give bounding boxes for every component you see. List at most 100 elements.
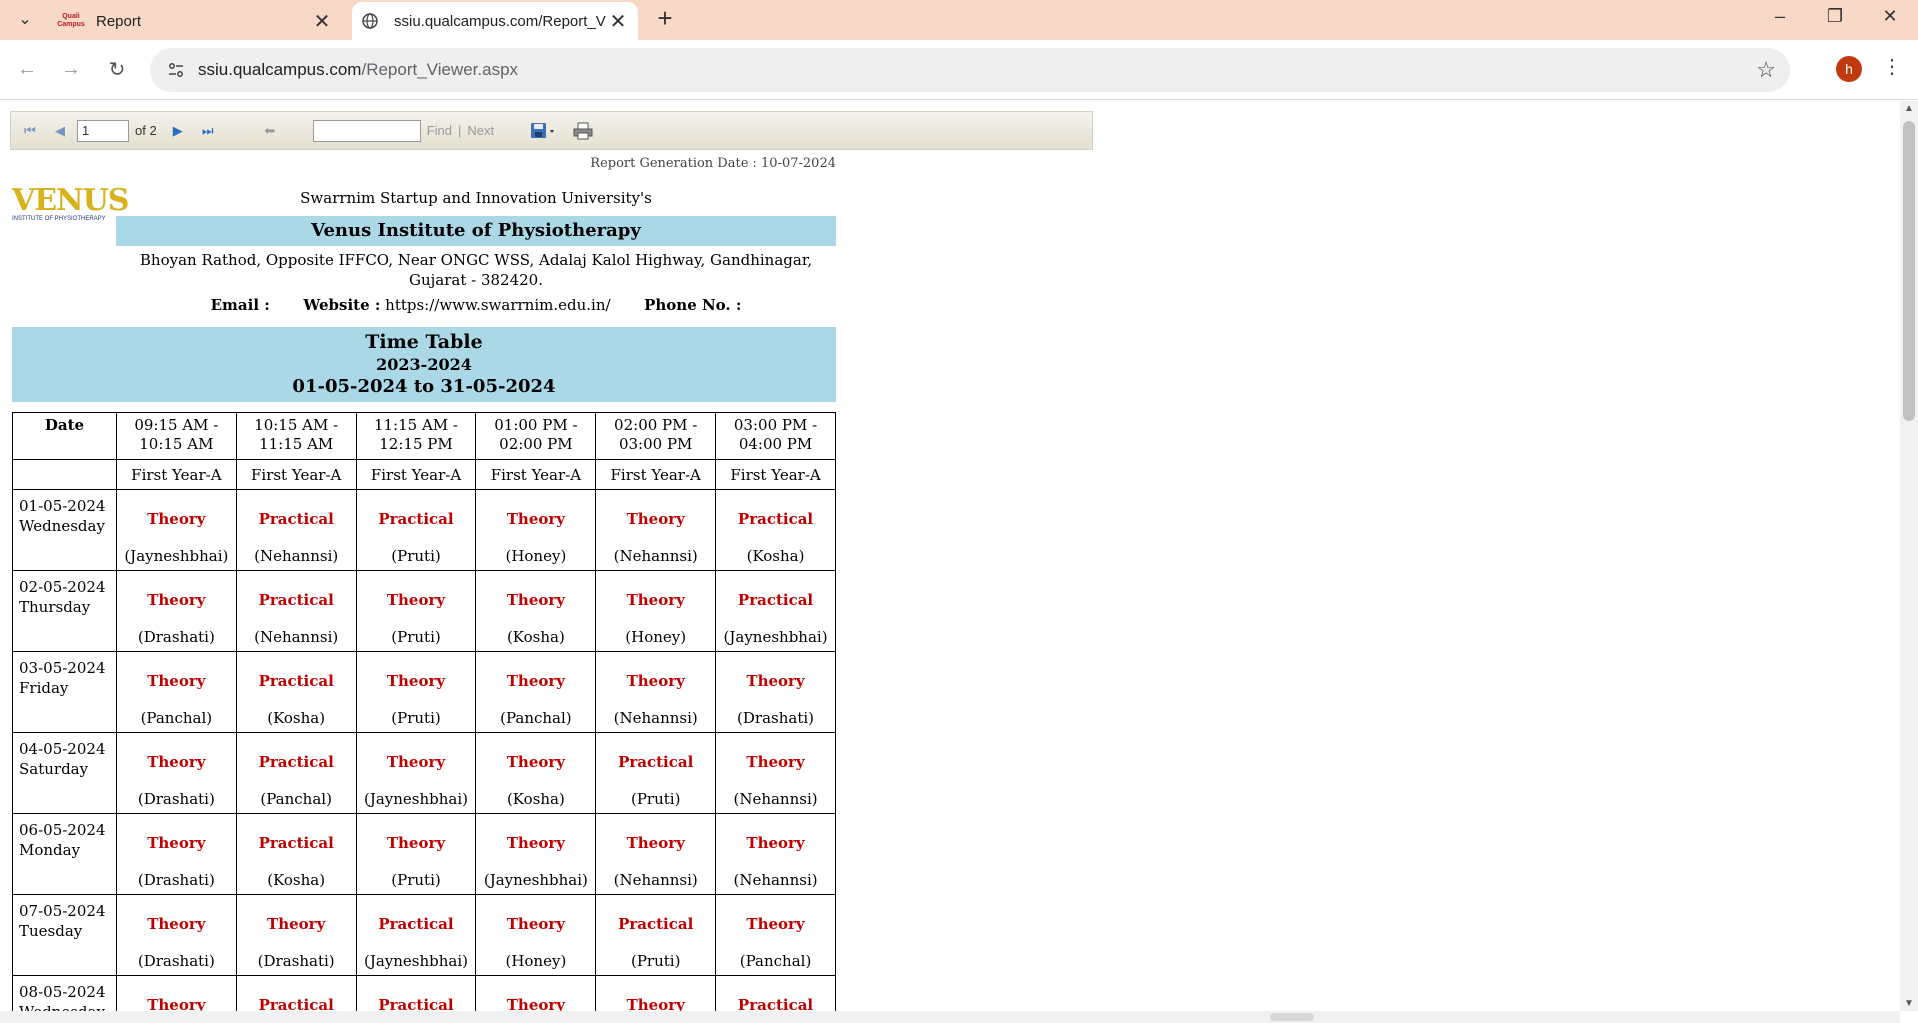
print-icon[interactable] <box>572 120 594 142</box>
scroll-down-arrow-icon[interactable]: ▼ <box>1904 998 1914 1009</box>
session-type: Practical <box>258 753 334 771</box>
faculty-name: (Nehannsi) <box>613 547 698 565</box>
slot-header: 02:00 PM -03:00 PM <box>595 412 717 460</box>
session-type: Practical <box>378 510 454 528</box>
slot-header: 09:15 AM -10:15 AM <box>115 412 237 460</box>
session-cell: Theory (Pruti) <box>355 813 477 895</box>
faculty-name: (Pruti) <box>391 709 441 727</box>
window-minimize-icon[interactable]: – <box>1752 0 1808 32</box>
table-row: 07-05-2024 Tuesday Theory (Drashati) Theory (… <box>12 894 836 976</box>
faculty-name: (Pruti) <box>391 628 441 646</box>
date-header: Date <box>12 412 117 460</box>
session-cell: Theory (Honey) <box>475 489 597 571</box>
faculty-name: (Nehannsi) <box>254 628 339 646</box>
tab-title: Report <box>96 12 142 30</box>
slot-header: 03:00 PM -04:00 PM <box>715 412 836 460</box>
scrollbar-thumb[interactable] <box>1903 121 1915 421</box>
horizontal-scrollbar[interactable] <box>0 1011 1900 1023</box>
find-next-link[interactable]: Next <box>467 123 494 138</box>
session-cell: Theory (Pruti) <box>355 651 477 733</box>
tab-report-viewer[interactable]: ssiu.qualcampus.com/Report_Vi ✕ <box>352 2 638 40</box>
session-cell: Practical (Jayneshbhai) <box>355 894 477 976</box>
table-row: 01-05-2024 Wednesday Theory (Jayneshbhai) Pr… <box>12 489 836 571</box>
tab-report[interactable]: Quali Campus Report ✕ <box>52 2 342 40</box>
window-close-icon[interactable]: ✕ <box>1862 0 1918 32</box>
tab-close-icon[interactable]: ✕ <box>310 9 334 34</box>
browser-menu-icon[interactable]: ⋮ <box>1880 54 1904 84</box>
batch-cell: First Year-A <box>115 459 237 490</box>
day-name: Tuesday <box>19 922 83 940</box>
session-cell: Theory (Jayneshbhai) <box>355 732 477 814</box>
table-row: 08-05-2024Wednesday Theory Practical Practi… <box>12 975 836 1011</box>
next-page-icon[interactable]: ▶ <box>167 120 189 142</box>
session-cell: Theory (Panchal) <box>715 894 836 976</box>
session-cell: Theory (Nehannsi) <box>595 813 717 895</box>
faculty-name: (Pruti) <box>391 547 441 565</box>
session-type: Theory <box>506 510 565 528</box>
academic-year: 2023-2024 <box>376 355 472 374</box>
back-to-parent-icon[interactable]: ⬅ <box>259 120 281 142</box>
day-name: Saturday <box>19 760 89 778</box>
date-cell: 02-05-2024 Thursday <box>12 570 117 652</box>
tab-title: ssiu.qualcampus.com/Report_Vi <box>394 12 606 30</box>
window-restore-icon[interactable]: ❐ <box>1807 0 1863 32</box>
session-type: Theory <box>746 753 805 771</box>
day-name: Wednesday <box>19 1002 116 1011</box>
date-cell: 04-05-2024 Saturday <box>12 732 117 814</box>
previous-page-icon[interactable]: ◀ <box>49 120 71 142</box>
faculty-name: (Kosha) <box>506 628 565 646</box>
session-cell: Theory (Drashati) <box>715 651 836 733</box>
bookmark-star-icon[interactable]: ☆ <box>1756 57 1776 83</box>
session-type: Practical <box>258 591 334 609</box>
faculty-name: (Kosha) <box>267 871 326 889</box>
page-number-input[interactable]: 1 <box>77 119 129 142</box>
session-type: Practical <box>258 996 334 1011</box>
session-cell: Practical (Pruti) <box>595 894 717 976</box>
session-cell: Theory (Honey) <box>595 570 717 652</box>
batch-cell: First Year-A <box>595 459 717 490</box>
logo-subtext: INSTITUTE OF PHYSIOTHERAPY <box>12 216 106 222</box>
date-value: 08-05-2024 <box>19 983 106 1001</box>
session-type: Practical <box>258 834 334 852</box>
hscrollbar-thumb[interactable] <box>1270 1013 1314 1021</box>
faculty-name: (Honey) <box>505 547 567 565</box>
session-cell: Theory (Drashati) <box>115 732 237 814</box>
find-text-input[interactable] <box>312 119 421 142</box>
session-cell: Practical <box>235 975 357 1011</box>
batch-cell: First Year-A <box>715 459 836 490</box>
vertical-scrollbar[interactable]: ▲ ▼ <box>1900 101 1918 1011</box>
session-type: Theory <box>386 834 446 852</box>
first-page-icon[interactable]: ⏮ <box>19 120 41 142</box>
browser-nav-bar: ← → ↻ ssiu.qualcampus.com/Report_Viewer.… <box>0 40 1918 100</box>
back-arrow-icon[interactable]: ← <box>10 52 44 86</box>
faculty-name: (Jayneshbhai) <box>363 790 469 808</box>
forward-arrow-icon[interactable]: → <box>54 52 88 86</box>
profile-avatar[interactable]: h <box>1836 56 1862 82</box>
faculty-name: (Kosha) <box>506 790 565 808</box>
table-row: 04-05-2024 Saturday Theory (Drashati) Practi… <box>12 732 836 814</box>
logo-wordmark: VENUS <box>12 183 129 218</box>
date-value: 02-05-2024 <box>19 578 106 596</box>
day-name: Friday <box>19 679 69 697</box>
address-bar[interactable]: ssiu.qualcampus.com/Report_Viewer.aspx ☆ <box>150 48 1790 92</box>
batch-cell: First Year-A <box>355 459 477 490</box>
tab-close-icon[interactable]: ✕ <box>606 9 630 34</box>
date-cell: 03-05-2024 Friday <box>12 651 117 733</box>
scroll-up-arrow-icon[interactable]: ▲ <box>1904 103 1914 114</box>
contact-line: Email : Website : https://www.swarrnim.e… <box>116 296 836 314</box>
tab-search-chevron-icon[interactable]: ⌄ <box>10 4 40 34</box>
session-type: Practical <box>258 672 334 690</box>
site-info-icon[interactable] <box>156 50 196 90</box>
faculty-name: (Nehannsi) <box>613 871 698 889</box>
new-tab-plus-icon[interactable]: + <box>650 4 680 34</box>
session-type: Theory <box>386 672 446 690</box>
find-link[interactable]: Find <box>427 123 452 138</box>
session-type: Theory <box>746 834 805 852</box>
session-cell: Theory <box>595 975 717 1011</box>
faculty-name: (Jayneshbhai) <box>723 628 828 646</box>
last-page-icon[interactable]: ⏭ <box>197 120 219 142</box>
reload-icon[interactable]: ↻ <box>100 52 134 86</box>
timetable-heading: Time Table 2023-2024 01-05-2024 to 31-05… <box>12 327 836 402</box>
qualcampus-favicon-icon: Quali Campus <box>57 13 85 28</box>
export-save-icon[interactable] <box>528 120 558 142</box>
